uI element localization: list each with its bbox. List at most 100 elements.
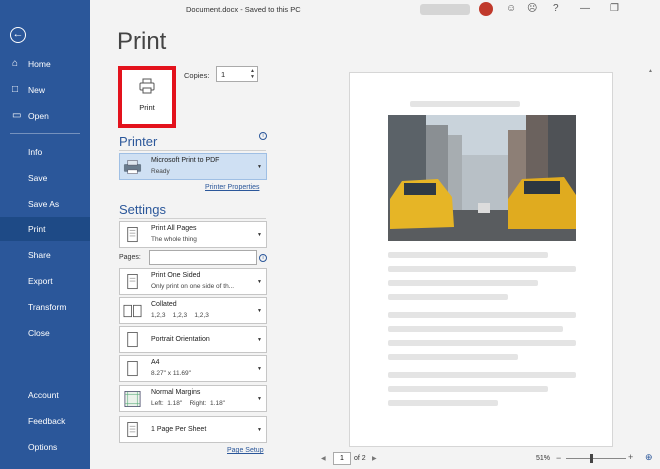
nav-item-label: Account: [28, 390, 59, 400]
nav-item-label: Print: [28, 224, 46, 234]
avatar[interactable]: [479, 2, 493, 16]
save-status: Saved to this PC: [244, 5, 301, 14]
collate-select[interactable]: Collated 1,2,3 1,2,3 1,2,3 ▼: [119, 297, 267, 324]
nav-item-options[interactable]: Options: [0, 435, 90, 459]
blurred-text-line: [388, 386, 548, 392]
chevron-down-icon: ▼: [257, 337, 262, 343]
blurred-text-line: [388, 372, 576, 378]
chevron-down-icon: ▼: [257, 396, 262, 402]
printer-device-icon: [123, 160, 142, 174]
section-divider: [119, 218, 266, 219]
nav-item-label: Info: [28, 147, 43, 157]
scroll-up-icon[interactable]: ▲: [648, 68, 653, 74]
blurred-text-line: [388, 400, 498, 406]
nav-item-label: Feedback: [28, 416, 66, 426]
printer-icon: [139, 78, 155, 94]
blurred-text-line: [388, 266, 576, 272]
sides-desc: Only print on one side of th...: [151, 283, 235, 290]
settings-section-title: Settings: [119, 202, 166, 217]
nav-item-close[interactable]: Close: [0, 321, 90, 345]
nav-item-label: Options: [28, 442, 58, 452]
new-document-icon: □: [12, 84, 19, 95]
nav-item-transform[interactable]: Transform: [0, 295, 90, 319]
print-range-select[interactable]: Print All Pages The whole thing ▼: [119, 221, 267, 248]
printer-section-title: Printer: [119, 134, 158, 149]
info-icon[interactable]: i: [259, 254, 267, 262]
blurred-text-line: [388, 294, 508, 300]
help-icon[interactable]: ?: [553, 3, 559, 14]
zoom-slider[interactable]: [566, 458, 626, 459]
nav-item-label: Home: [28, 59, 51, 69]
zoom-to-page-icon[interactable]: ⊕: [645, 452, 653, 463]
sides-select[interactable]: Print One Sided Only print on one side o…: [119, 268, 267, 295]
blurred-user-name: [420, 4, 470, 15]
current-page-input[interactable]: 1: [333, 452, 351, 465]
folder-icon: ▭: [12, 110, 22, 121]
section-divider: [119, 150, 266, 151]
nav-item-label: Save: [28, 173, 48, 183]
spin-down-icon[interactable]: ▼: [250, 74, 255, 80]
pages-per-sheet-select[interactable]: 1 Page Per Sheet ▼: [119, 416, 267, 443]
blurred-text-line: [388, 312, 576, 318]
nav-item-new[interactable]: □ New: [0, 78, 90, 102]
nav-divider: [10, 133, 80, 134]
home-icon: ⌂: [12, 58, 19, 69]
zoom-level: 51%: [536, 455, 551, 462]
minimize-icon[interactable]: —: [580, 3, 590, 14]
smile-feedback-icon[interactable]: ☺: [506, 3, 516, 14]
nav-item-export[interactable]: Export: [0, 269, 90, 293]
nav-item-open[interactable]: ▭ Open: [0, 104, 90, 128]
print-button[interactable]: Print: [118, 66, 176, 128]
paper-size-select[interactable]: A4 8.27" x 11.69" ▼: [119, 355, 267, 382]
chevron-down-icon: ▼: [257, 308, 262, 314]
nav-item-home[interactable]: ⌂ Home: [0, 52, 90, 76]
printer-select[interactable]: Microsoft Print to PDF Ready ▼: [119, 153, 267, 180]
title-bar: Document.docx - Saved to this PC ☺ ☹ ? —…: [90, 0, 660, 20]
nav-item-label: Save As: [28, 199, 60, 209]
page-per-sheet-icon: [127, 422, 138, 438]
pages-per-sheet-value: 1 Page Per Sheet: [151, 426, 207, 433]
nav-item-save[interactable]: Save: [0, 166, 90, 190]
pages-icon: [127, 227, 138, 243]
copies-label: Copies:: [184, 71, 210, 80]
zoom-out-icon[interactable]: −: [556, 453, 561, 463]
nav-item-print[interactable]: Print: [0, 217, 90, 241]
nav-item-account[interactable]: Account: [0, 383, 90, 407]
orientation-value: Portrait Orientation: [151, 336, 210, 343]
margins-select[interactable]: Normal Margins Left: 1.18" Right: 1.18" …: [119, 385, 267, 412]
pages-input[interactable]: [149, 250, 257, 265]
chevron-down-icon: ▼: [257, 427, 262, 433]
next-page-icon[interactable]: ▶: [372, 455, 377, 462]
chevron-down-icon: ▼: [257, 164, 262, 170]
chevron-down-icon: ▼: [257, 366, 262, 372]
printer-properties-link[interactable]: Printer Properties: [205, 184, 259, 191]
paper-size-icon: [127, 361, 138, 377]
preview-scrollbar[interactable]: [646, 55, 656, 447]
photo-image: [388, 115, 576, 241]
document-name: Document.docx: [186, 5, 239, 14]
info-icon[interactable]: i: [259, 132, 267, 140]
nav-item-save-as[interactable]: Save As: [0, 192, 90, 216]
print-backstage-window: ← ⌂ Home □ New ▭ Open Info Save Save As …: [0, 0, 660, 469]
city-taxi-photo: [388, 115, 576, 241]
restore-icon[interactable]: ❐: [610, 3, 619, 14]
blurred-text-line: [388, 340, 576, 346]
previous-page-icon[interactable]: ◀: [321, 455, 326, 462]
nav-item-info[interactable]: Info: [0, 140, 90, 164]
orientation-select[interactable]: Portrait Orientation ▼: [119, 326, 267, 353]
frown-feedback-icon[interactable]: ☹: [527, 3, 537, 14]
print-range-value: Print All Pages: [151, 225, 197, 232]
collated-icon: [123, 304, 142, 318]
sides-value: Print One Sided: [151, 272, 201, 279]
copies-stepper[interactable]: 1 ▲ ▼: [216, 66, 258, 82]
nav-item-feedback[interactable]: Feedback: [0, 409, 90, 433]
page-setup-link[interactable]: Page Setup: [227, 447, 264, 454]
blurred-text-line: [388, 354, 518, 360]
margins-desc: Left: 1.18" Right: 1.18": [151, 400, 225, 407]
one-sided-icon: [127, 274, 138, 290]
back-arrow-icon[interactable]: ←: [10, 27, 26, 43]
nav-item-label: Share: [28, 250, 51, 260]
zoom-in-icon[interactable]: +: [628, 452, 633, 462]
zoom-slider-thumb[interactable]: [590, 454, 593, 463]
nav-item-share[interactable]: Share: [0, 243, 90, 267]
